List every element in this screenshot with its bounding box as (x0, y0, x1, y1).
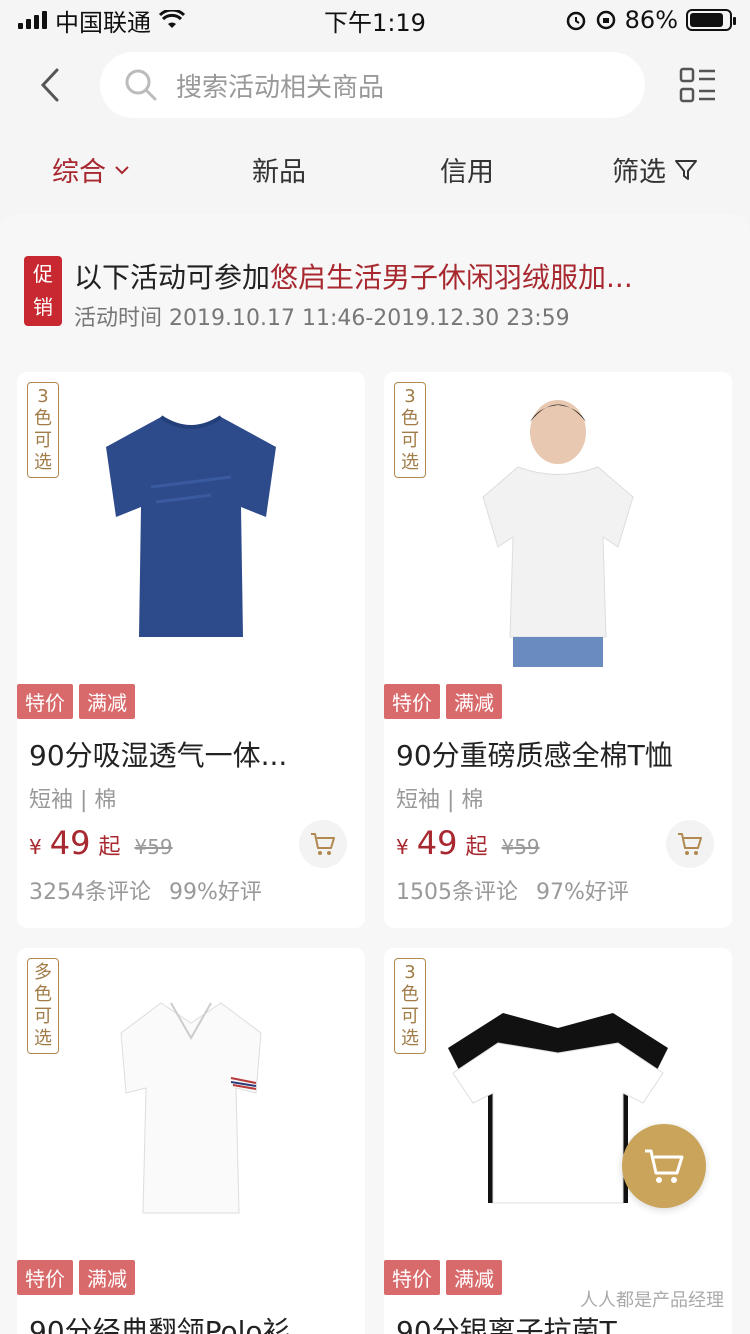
price: 49 (416, 824, 458, 862)
wifi-icon (159, 10, 185, 28)
product-image (17, 372, 365, 682)
battery-percent: 86% (624, 6, 678, 34)
review-count: 3254条评论 (29, 880, 151, 905)
filter-label: 筛选 (612, 157, 666, 188)
cart-icon (678, 833, 702, 855)
product-title: 90分银离子抗菌T (396, 1315, 617, 1334)
clock: 下午1:19 (324, 8, 426, 37)
add-to-cart-button[interactable] (666, 820, 714, 868)
price: 49 (49, 824, 91, 862)
tag-discount: 满减 (446, 1260, 502, 1295)
product-subtitle: 短袖 | 棉 (396, 788, 484, 813)
filter-button[interactable]: 筛选 (612, 150, 698, 189)
tag-special-price: 特价 (17, 684, 73, 719)
product-card[interactable]: 多色可选 特价 满减 90分经典翻领Polo衫 (17, 948, 365, 1334)
tag-special-price: 特价 (384, 684, 440, 719)
original-price: ¥59 (501, 835, 540, 859)
search-input[interactable]: 搜索活动相关商品 (100, 52, 645, 118)
carrier-label: 中国联通 (55, 8, 151, 37)
product-title: 90分重磅质感全棉T恤 (396, 739, 673, 772)
product-card[interactable]: 3色可选 特价 满减 90分重磅质感全棉T恤 短袖 | 棉 ¥ 49 起 ¥59… (384, 372, 732, 928)
status-bar: 中国联通 下午1:19 86% (0, 0, 750, 40)
back-button[interactable] (0, 52, 100, 118)
add-to-cart-button[interactable] (299, 820, 347, 868)
product-image (384, 948, 732, 1258)
cart-icon (645, 1149, 684, 1183)
color-badge: 多色可选 (27, 958, 59, 1054)
layout-toggle-button[interactable] (645, 52, 750, 118)
promo-title: 以下活动可参加悠启生活男子休闲羽绒服加... (74, 256, 734, 296)
price-symbol: ¥ (396, 835, 409, 859)
watermark: 人人都是产品经理 (580, 1290, 724, 1311)
sort-comprehensive-label: 综合 (52, 157, 106, 188)
price-symbol: ¥ (29, 835, 42, 859)
battery-icon (686, 9, 736, 31)
search-placeholder: 搜索活动相关商品 (176, 72, 385, 103)
tag-discount: 满减 (79, 684, 135, 719)
promo-tag: 促销 (24, 256, 62, 326)
price-suffix: 起 (98, 835, 121, 860)
search-icon (125, 69, 157, 101)
color-badge: 3色可选 (394, 958, 426, 1054)
sort-new[interactable]: 新品 (252, 150, 306, 189)
promo-time: 活动时间 2019.10.17 11:46-2019.12.30 23:59 (74, 306, 570, 331)
price-row: ¥ 49 起 ¥59 (396, 824, 540, 862)
product-card[interactable]: 3色可选 特价 满减 90分吸湿透气一体... 短袖 | 棉 ¥ 49 起 ¥5… (17, 372, 365, 928)
rating: 99%好评 (169, 880, 262, 905)
header: 搜索活动相关商品 (0, 52, 750, 118)
sort-credit-label: 信用 (440, 157, 494, 188)
tag-discount: 满减 (446, 684, 502, 719)
tag-discount: 满减 (79, 1260, 135, 1295)
color-badge: 3色可选 (394, 382, 426, 478)
tag-special-price: 特价 (384, 1260, 440, 1295)
color-badge: 3色可选 (27, 382, 59, 478)
product-title: 90分吸湿透气一体... (29, 739, 288, 772)
filter-icon (675, 159, 697, 180)
tag-special-price: 特价 (17, 1260, 73, 1295)
price-suffix: 起 (465, 835, 488, 860)
product-subtitle: 短袖 | 棉 (29, 788, 117, 813)
list-view-icon (679, 67, 715, 103)
signal-icon (18, 11, 47, 29)
promo-banner[interactable]: 促销 以下活动可参加悠启生活男子休闲羽绒服加... 活动时间 2019.10.1… (24, 254, 734, 334)
chevron-down-icon (115, 165, 129, 174)
floating-cart-button[interactable] (622, 1124, 706, 1208)
original-price: ¥59 (134, 835, 173, 859)
chevron-left-icon (40, 68, 59, 102)
sort-comprehensive[interactable]: 综合 (52, 150, 130, 189)
promo-name: 悠启生活男子休闲羽绒服加... (270, 261, 633, 294)
review-count: 1505条评论 (396, 880, 518, 905)
price-row: ¥ 49 起 ¥59 (29, 824, 173, 862)
sort-new-label: 新品 (252, 157, 306, 188)
alarm-icon (566, 11, 585, 31)
cart-icon (311, 833, 335, 855)
promo-prefix: 以下活动可参加 (74, 261, 271, 294)
product-image (17, 948, 365, 1258)
sort-bar: 综合 新品 信用 筛选 (0, 132, 750, 200)
rating: 97%好评 (536, 880, 629, 905)
product-title: 90分经典翻领Polo衫 (29, 1315, 291, 1334)
rotation-lock-icon (596, 10, 615, 30)
product-image (384, 372, 732, 682)
sort-credit[interactable]: 信用 (440, 150, 494, 189)
